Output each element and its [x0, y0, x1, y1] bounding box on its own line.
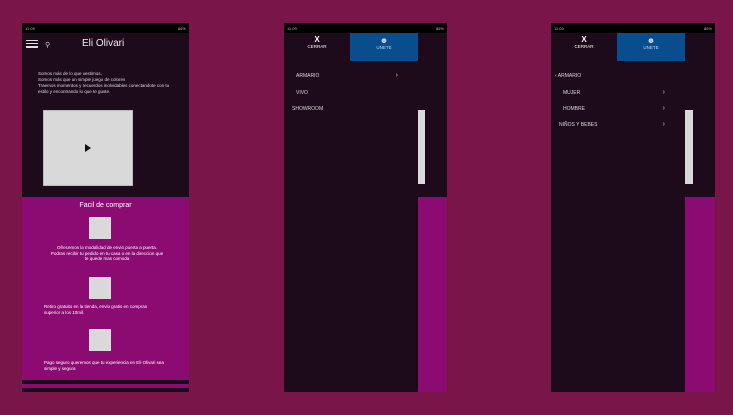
phone-drawer: 11:09 86% X CERRAR ☻ UNETE ARMARIO › VIV…: [284, 23, 447, 392]
promo-section: Facil de comprar Ofrecemos la modalidad …: [22, 197, 189, 392]
chevron-right-icon: ›: [662, 89, 665, 96]
close-button[interactable]: X CERRAR: [284, 35, 350, 49]
status-bar: 11:09 86%: [284, 23, 447, 33]
background-promo: [417, 197, 447, 392]
brand-title: Eli Olivari: [82, 38, 125, 49]
user-icon: ☻: [646, 36, 656, 45]
phone-home: 11:09 86% ⚲ Eli Olivari Somos más de lo …: [22, 23, 189, 392]
back-button[interactable]: ‹ ARMARIO: [555, 73, 581, 79]
chevron-left-icon: ‹: [555, 73, 557, 79]
menu-item-label: MUJER: [563, 90, 581, 96]
menu-item-showroom[interactable]: SHOWROOM: [292, 106, 398, 112]
join-button[interactable]: ☻ UNETE: [617, 33, 685, 61]
close-label: CERRAR: [574, 44, 594, 49]
menu-item-vivo[interactable]: VIVO: [296, 90, 398, 96]
submenu-item-ninos[interactable]: NIÑOS Y BEBES ›: [559, 121, 665, 128]
status-battery: 86%: [177, 25, 186, 31]
nav-drawer: X CERRAR ☻ UNETE ‹ ARMARIO MUJER › HOMBR…: [551, 33, 685, 392]
join-label: UNETE: [643, 45, 659, 50]
menu-item-label: SHOWROOM: [292, 106, 324, 112]
status-bar: 11:09 86%: [551, 23, 715, 33]
search-icon[interactable]: ⚲: [45, 41, 50, 49]
close-label: CERRAR: [307, 44, 327, 49]
status-bar: 11:09 86%: [22, 23, 189, 33]
background-video: [685, 110, 693, 184]
delivery-image: [89, 217, 111, 239]
intro-text: Somos más de lo que vestimos. Somos más …: [38, 71, 170, 94]
status-battery: 86%: [435, 25, 444, 31]
chevron-right-icon: ›: [662, 121, 665, 128]
join-button[interactable]: ☻ UNETE: [350, 33, 418, 61]
join-label: UNETE: [376, 45, 392, 50]
nav-drawer: X CERRAR ☻ UNETE ARMARIO › VIVO SHOWROOM: [284, 33, 418, 392]
user-icon: ☻: [379, 36, 389, 45]
payment-image: [89, 329, 111, 351]
bottom-bar: [22, 380, 189, 392]
drawer-header: X CERRAR ☻ UNETE: [284, 33, 418, 61]
menu-item-label: ARMARIO: [296, 73, 320, 79]
promo-text-2: Retiro gratuito en la tienda, envio grat…: [44, 304, 148, 315]
app-header: ⚲ Eli Olivari: [22, 33, 189, 59]
status-time: 11:09: [554, 25, 564, 31]
phone-submenu: 11:09 86% X CERRAR ☻ UNETE ‹ ARMARIO MUJ…: [551, 23, 715, 392]
background-video: [417, 110, 425, 184]
close-icon: X: [581, 35, 587, 44]
chevron-right-icon: ›: [395, 72, 398, 79]
background-promo: [685, 197, 715, 392]
submenu-item-mujer[interactable]: MUJER ›: [563, 89, 665, 96]
chevron-right-icon: ›: [662, 105, 665, 112]
promo-title: Facil de comprar: [79, 202, 132, 209]
menu-item-label: NIÑOS Y BEBES: [559, 122, 598, 128]
close-icon: X: [314, 35, 320, 44]
back-label: ARMARIO: [557, 73, 582, 79]
store-image: [89, 277, 111, 299]
status-time: 11:09: [25, 25, 35, 31]
status-time: 11:09: [287, 25, 297, 31]
drawer-header: X CERRAR ☻ UNETE: [551, 33, 685, 61]
close-button[interactable]: X CERRAR: [551, 35, 617, 49]
menu-item-label: VIVO: [296, 90, 308, 96]
submenu-item-hombre[interactable]: HOMBRE ›: [563, 105, 665, 112]
menu-item-armario[interactable]: ARMARIO ›: [296, 72, 398, 79]
video-player[interactable]: [43, 110, 133, 186]
promo-text-3: Pago seguro queremos que tu experiencia …: [44, 360, 164, 371]
status-battery: 86%: [703, 25, 712, 31]
menu-item-label: HOMBRE: [563, 106, 585, 112]
play-icon[interactable]: [85, 144, 91, 152]
promo-text-1: Ofrecemos la modalidad de envio puerta a…: [50, 245, 164, 261]
menu-icon[interactable]: [26, 40, 38, 48]
